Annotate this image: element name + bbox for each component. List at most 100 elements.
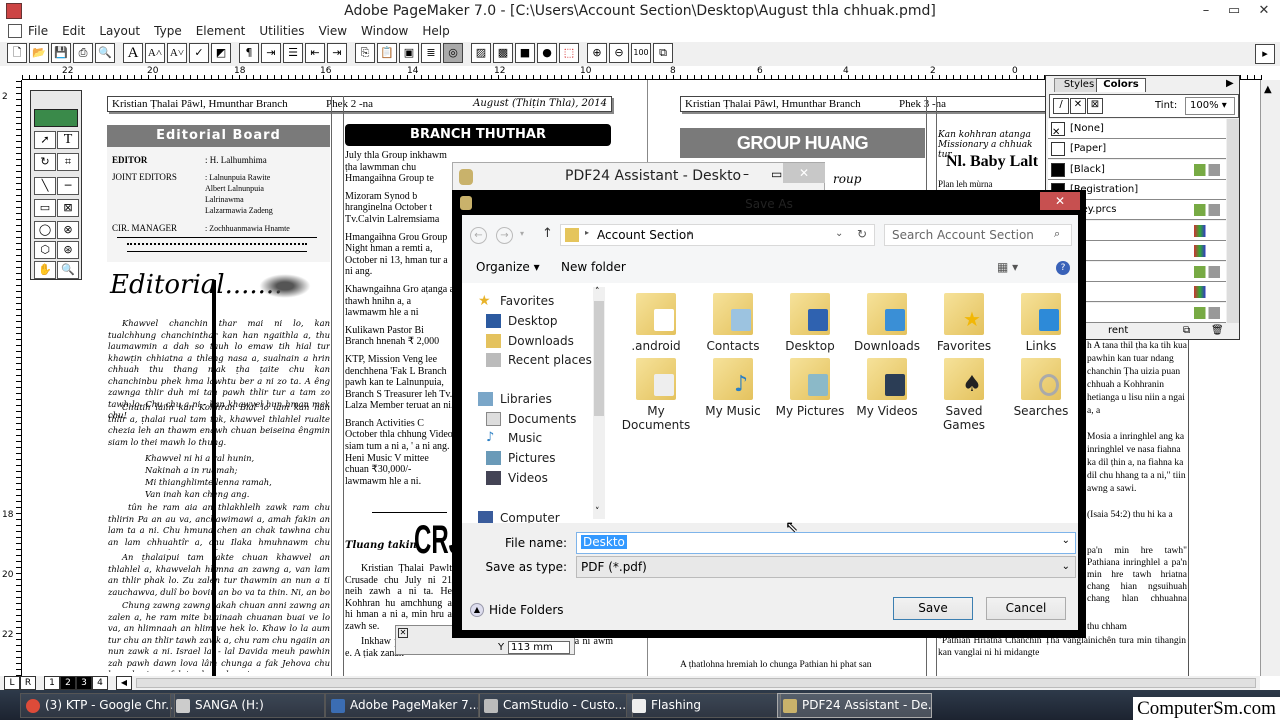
color-item-black[interactable]: [Black] [1048, 160, 1226, 180]
document-menu-icon[interactable] [8, 24, 22, 38]
nav-music[interactable]: ♪ Music [486, 429, 542, 447]
copy-icon[interactable]: ⎘ [355, 43, 375, 63]
zoom-in-icon[interactable]: ⊕ [587, 43, 607, 63]
fill-icon[interactable]: ◩ [211, 43, 231, 63]
nav-downloads[interactable]: Downloads [486, 332, 574, 350]
nav-libraries[interactable]: Libraries [478, 390, 552, 408]
palette-menu-icon[interactable]: ▶ [1226, 78, 1234, 89]
menu-window[interactable]: Window [361, 24, 408, 38]
vertical-ruler[interactable]: 2 18 20 22 [0, 80, 22, 676]
hide-folders-icon[interactable]: ▲ [470, 603, 484, 617]
close-button[interactable]: ✕ [783, 163, 825, 183]
organize-button[interactable]: Organize ▾ [476, 260, 540, 274]
nav-favorites[interactable]: ★ Favorites [478, 292, 554, 310]
close-icon[interactable]: ✕ [398, 628, 408, 638]
frame-icon[interactable]: ▣ [399, 43, 419, 63]
horizontal-scrollbar[interactable] [136, 678, 1256, 688]
tint-select[interactable]: 100% ▾ [1185, 97, 1235, 115]
maximize-button[interactable]: ▭ [771, 167, 782, 181]
taskbar-item-camstudio[interactable]: CamStudio - Custo... [478, 693, 633, 718]
actual-size-icon[interactable]: 100 [631, 43, 651, 63]
indents-icon[interactable]: ⇥ [261, 43, 281, 63]
page-tab-3[interactable]: 3 [76, 676, 92, 690]
new-color-icon[interactable]: ⧉ [1183, 325, 1190, 336]
help-icon[interactable]: ? [1056, 261, 1070, 275]
zoom-out-icon[interactable]: ⊖ [609, 43, 629, 63]
vertical-scrollbar[interactable]: ▲ [1260, 80, 1280, 676]
recent-locations-icon[interactable]: ▾ [520, 229, 524, 238]
indent-left-icon[interactable]: ⇤ [305, 43, 325, 63]
line-tool-icon[interactable]: ╲ [34, 177, 56, 195]
menu-edit[interactable]: Edit [62, 24, 85, 38]
scroll-left-icon[interactable]: ◀ [116, 676, 132, 690]
folder-my-videos[interactable]: My Videos [849, 358, 925, 418]
menu-utilities[interactable]: Utilities [259, 24, 304, 38]
folder-android[interactable]: .android [618, 293, 694, 353]
font-size-up-icon[interactable]: A˄ [145, 43, 165, 63]
save-icon[interactable]: 💾 [51, 43, 71, 63]
forward-button[interactable]: → [496, 227, 513, 244]
taskbar-item-pdf24[interactable]: PDF24 Assistant - De... [777, 693, 932, 718]
new-folder-button[interactable]: New folder [561, 260, 626, 274]
place-image-icon[interactable]: ▨ [471, 43, 491, 63]
open-icon[interactable]: 📂 [29, 43, 49, 63]
nav-desktop[interactable]: Desktop [486, 312, 558, 330]
taskbar-item-chrome[interactable]: (3) KTP - Google Chr... [20, 693, 175, 718]
address-dropdown-icon[interactable]: ⌄ [835, 228, 843, 239]
stroke-icon[interactable]: / [1053, 98, 1069, 114]
folder-downloads[interactable]: Downloads [849, 293, 925, 353]
folder-my-documents[interactable]: My Documents [618, 358, 694, 432]
print-icon[interactable]: ⎙ [73, 43, 93, 63]
list-icon[interactable]: ☰ [283, 43, 303, 63]
menu-type[interactable]: Type [154, 24, 182, 38]
text-tool-icon[interactable]: A [123, 43, 143, 63]
text-tool-icon[interactable]: T [57, 131, 79, 149]
maximize-button[interactable]: ▭ [1220, 0, 1248, 22]
folder-my-music[interactable]: ♪ My Music [695, 358, 771, 418]
address-bar[interactable]: ▸ Account Section ▸ ⌄ ↻ [560, 224, 875, 246]
taskbar-item-pagemaker[interactable]: Adobe PageMaker 7.... [325, 693, 480, 718]
taskbar-item-flashing[interactable]: Flashing [626, 693, 781, 718]
folder-saved-games[interactable]: ♠ Saved Games [926, 358, 1002, 432]
menu-help[interactable]: Help [422, 24, 449, 38]
folder-searches[interactable]: Searches [1003, 358, 1079, 418]
ellipse-tool-icon[interactable]: ◯ [34, 221, 56, 239]
constrained-line-icon[interactable]: ─ [57, 177, 79, 195]
polygon-frame-icon[interactable]: ⊛ [57, 241, 79, 259]
paragraph-icon[interactable]: ¶ [239, 43, 259, 63]
photo-icon[interactable]: ■ [515, 43, 535, 63]
menu-layout[interactable]: Layout [99, 24, 140, 38]
hand-tool-icon[interactable]: ✋ [34, 261, 56, 279]
file-name-input[interactable]: Deskto ⌄ [576, 532, 1076, 554]
back-button[interactable]: ← [470, 227, 487, 244]
view-options-icon[interactable]: ▦ ▾ [997, 260, 1018, 274]
page-tab-1[interactable]: 1 [44, 676, 60, 690]
folder-favorites[interactable]: ★ Favorites [926, 293, 1002, 353]
minimize-button[interactable]: – [1192, 0, 1220, 22]
folder-desktop[interactable]: Desktop [772, 293, 848, 353]
tab-colors[interactable]: Colors [1096, 78, 1146, 92]
pdf-export-icon[interactable]: ⬚ [559, 43, 579, 63]
both-icon[interactable]: ⊠ [1087, 98, 1103, 114]
story-icon[interactable]: ≣ [421, 43, 441, 63]
nav-recent-places[interactable]: Recent places [486, 351, 592, 369]
spellcheck-icon[interactable]: ✓ [189, 43, 209, 63]
nav-videos[interactable]: Videos [486, 469, 548, 487]
new-icon[interactable]: 🗋 [7, 43, 27, 63]
nav-scrollbar[interactable]: ˄ ˅ [593, 287, 605, 519]
hide-folders-button[interactable]: Hide Folders [489, 603, 564, 617]
rectangle-frame-icon[interactable]: ⊠ [57, 199, 79, 217]
nav-pictures[interactable]: Pictures [486, 449, 556, 467]
master-page-left-tab[interactable]: L [4, 676, 20, 690]
fill-none-icon[interactable]: ✕ [1070, 98, 1086, 114]
rectangle-tool-icon[interactable]: ▭ [34, 199, 56, 217]
ellipse-frame-icon[interactable]: ⊗ [57, 221, 79, 239]
image-edit-icon[interactable]: ▩ [493, 43, 513, 63]
dialog-close-button[interactable]: ✕ [1040, 192, 1080, 210]
save-button[interactable]: Save [893, 597, 973, 620]
folder-my-pictures[interactable]: My Pictures [772, 358, 848, 418]
minimize-button[interactable]: – [743, 167, 749, 181]
close-button[interactable]: ✕ [1250, 0, 1278, 22]
globe-icon[interactable]: ● [537, 43, 557, 63]
rotate-tool-icon[interactable]: ↻ [34, 153, 56, 171]
